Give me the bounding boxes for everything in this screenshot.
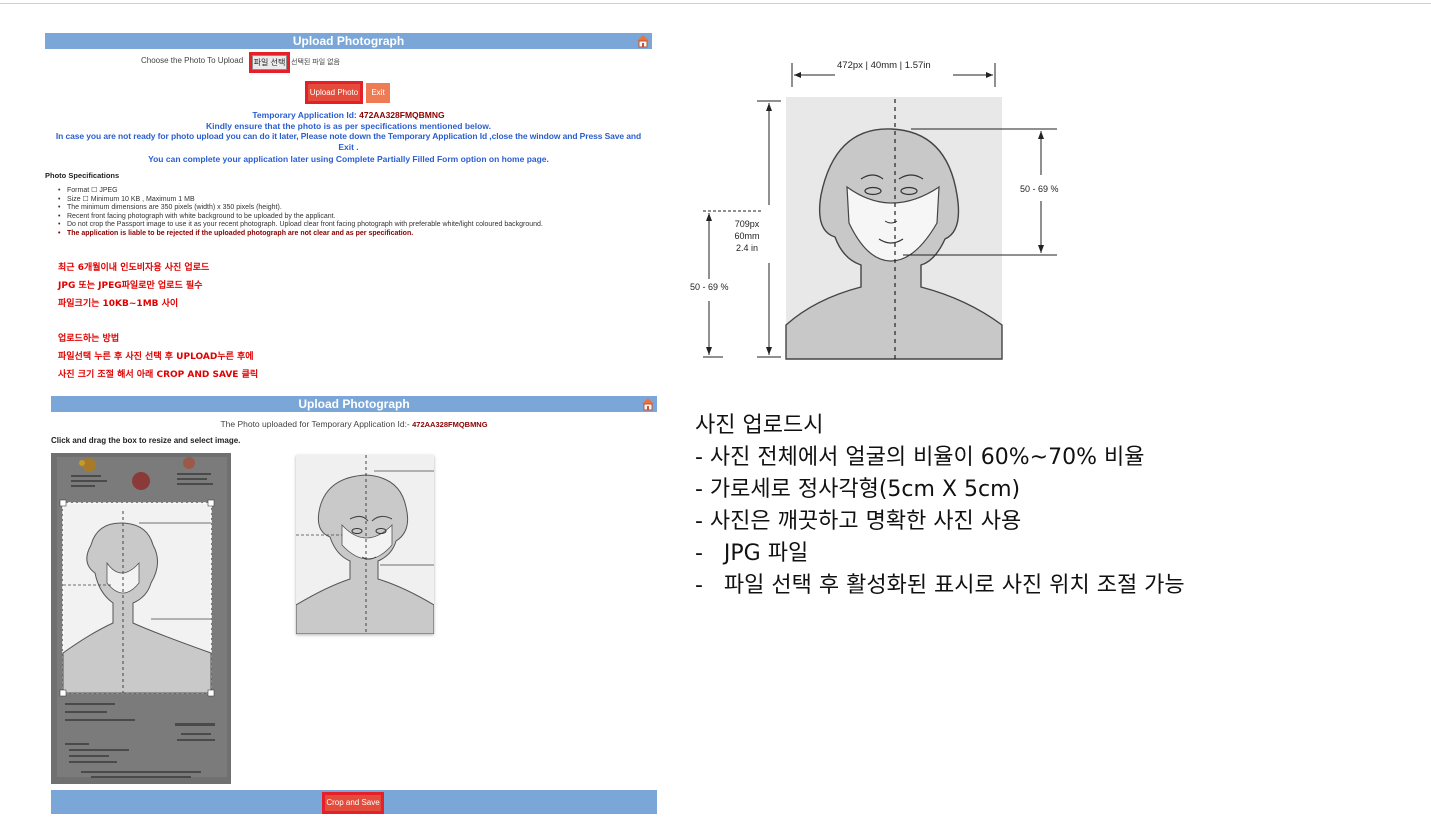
crop-header-bar: Upload Photograph (51, 396, 657, 412)
korean-notes-2: 업로드하는 방법 파일선택 누른 후 사진 선택 후 UPLOAD누른 후에 사… (58, 330, 258, 384)
upload-header-bar: Upload Photograph (45, 33, 652, 49)
home-icon[interactable] (636, 34, 650, 48)
uploaded-id: 472AA328FMQBMNG (412, 420, 488, 429)
notice-block: Temporary Application Id: 472AA328FMQBMN… (45, 110, 652, 165)
crop-instruction: Click and drag the box to resize and sel… (51, 436, 241, 445)
spec-item: The minimum dimensions are 350 pixels (w… (53, 204, 653, 213)
crop-and-save-button[interactable]: Crop and Save (325, 795, 381, 811)
spec-list: Format ☐ JPEG Size ☐ Minimum 10 KB , Max… (53, 187, 653, 239)
home-icon[interactable] (641, 397, 655, 411)
notice-line: In case you are not ready for photo uplo… (55, 131, 642, 141)
korean-note: 파일크기는 10KB~1MB 사이 (58, 299, 179, 309)
file-button-highlight: 파일 선택 (249, 52, 290, 73)
notes-line: - 파일 선택 후 활성화된 표시로 사진 위치 조절 가능 (695, 573, 1185, 598)
notes-line: - 가로세로 정사각형(5cm X 5cm) (695, 477, 1021, 502)
height-label-px: 709px (734, 219, 760, 229)
temp-id-value: 472AA328FMQBMNG (359, 110, 445, 120)
notes-line: - 사진 전체에서 얼굴의 비율이 60%~70% 비율 (695, 445, 1145, 470)
uploaded-label: The Photo uploaded for Temporary Applica… (220, 419, 413, 429)
crop-preview (296, 455, 434, 634)
upload-photo-button[interactable]: Upload Photo (308, 84, 360, 101)
face-ratio-left-label: 50 - 69 % (690, 282, 729, 292)
spec-item: Format ☐ JPEG (53, 187, 653, 196)
korean-note: 최근 6개월이내 인도비자용 사진 업로드 (58, 263, 210, 273)
file-select-button[interactable]: 파일 선택 (252, 55, 287, 70)
upload-button-highlight: Upload Photo (305, 81, 363, 104)
notes-title: 사진 업로드시 (695, 413, 824, 438)
korean-notes-1: 최근 6개월이내 인도비자용 사진 업로드 JPG 또는 JPEG파일로만 업로… (58, 259, 209, 313)
upload-header-title: Upload Photograph (292, 34, 405, 48)
exit-button[interactable]: Exit (366, 83, 390, 103)
spec-item: Do not crop the Passport image to use it… (53, 221, 653, 230)
height-label-mm: 60mm (734, 231, 760, 241)
spec-item: Size ☐ Minimum 10 KB , Maximum 1 MB (53, 196, 653, 205)
choose-photo-label: Choose the Photo To Upload (141, 56, 244, 65)
scanned-document-image (51, 453, 231, 784)
korean-note: JPG 또는 JPEG파일로만 업로드 필수 (58, 281, 203, 291)
face-ratio-right-label: 50 - 69 % (1020, 184, 1059, 194)
crop-preview-image (296, 455, 434, 634)
photo-specifications-title: Photo Specifications (45, 171, 120, 180)
crop-button-highlight: Crop and Save (322, 792, 384, 814)
notice-line: Kindly ensure that the photo is as per s… (206, 120, 491, 131)
spec-item: Recent front facing photograph with whit… (53, 213, 653, 222)
crop-header-title: Upload Photograph (298, 397, 410, 411)
temp-id-label: Temporary Application Id: (252, 110, 360, 120)
korean-note: 사진 크기 조절 해서 아래 CROP AND SAVE 클릭 (58, 370, 259, 380)
korean-note: 업로드하는 방법 (58, 334, 120, 344)
notes-line: - 사진은 깨끗하고 명확한 사진 사용 (695, 509, 1022, 534)
notes-line: - JPG 파일 (695, 541, 809, 566)
notice-line: You can complete your application later … (148, 154, 549, 164)
upload-notes: 사진 업로드시 - 사진 전체에서 얼굴의 비율이 60%~70% 비율 - 가… (695, 410, 1415, 602)
source-image-area (51, 453, 231, 784)
spec-warning: The application is liable to be rejected… (53, 230, 653, 239)
height-label-in: 2.4 in (735, 243, 759, 253)
width-label: 472px | 40mm | 1.57in (837, 60, 931, 71)
no-file-text: 선택된 파일 없음 (291, 59, 340, 66)
uploaded-line: The Photo uploaded for Temporary Applica… (51, 419, 657, 429)
height-label: 709px 60mm 2.4 in (725, 218, 769, 254)
crop-selection-box[interactable] (59, 499, 215, 697)
photo-spec-diagram: 472px | 40mm | 1.57in 709px 60mm 2.4 in … (690, 55, 1065, 370)
browser-top-border (0, 0, 1431, 4)
korean-note: 파일선택 누른 후 사진 선택 후 UPLOAD누른 후에 (58, 352, 254, 362)
temp-id-line: Temporary Application Id: 472AA328FMQBMN… (45, 110, 652, 121)
notice-line: Exit . (338, 141, 359, 152)
photo-dimension-diagram (703, 63, 1057, 360)
